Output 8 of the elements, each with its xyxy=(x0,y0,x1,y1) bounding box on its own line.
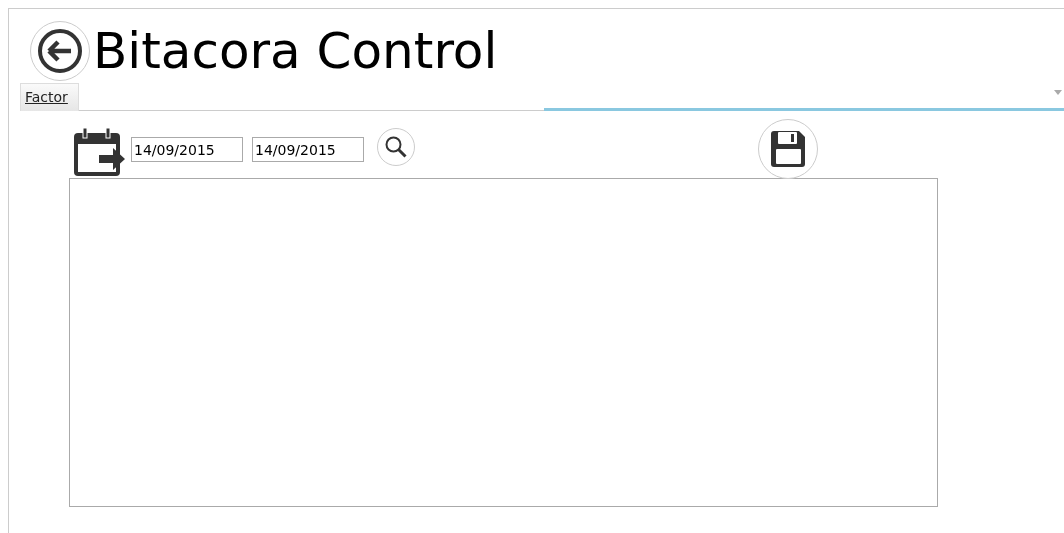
start-date-field[interactable]: 14/09/2015 xyxy=(131,137,243,162)
search-button[interactable] xyxy=(377,128,415,166)
search-icon xyxy=(384,135,408,159)
end-date-field[interactable]: 14/09/2015 xyxy=(252,137,364,162)
caret-icon xyxy=(1054,90,1062,95)
calendar-icon xyxy=(73,128,127,178)
page-title: Bitacora Control xyxy=(93,26,498,76)
factor-tab[interactable]: Factor xyxy=(20,83,79,111)
